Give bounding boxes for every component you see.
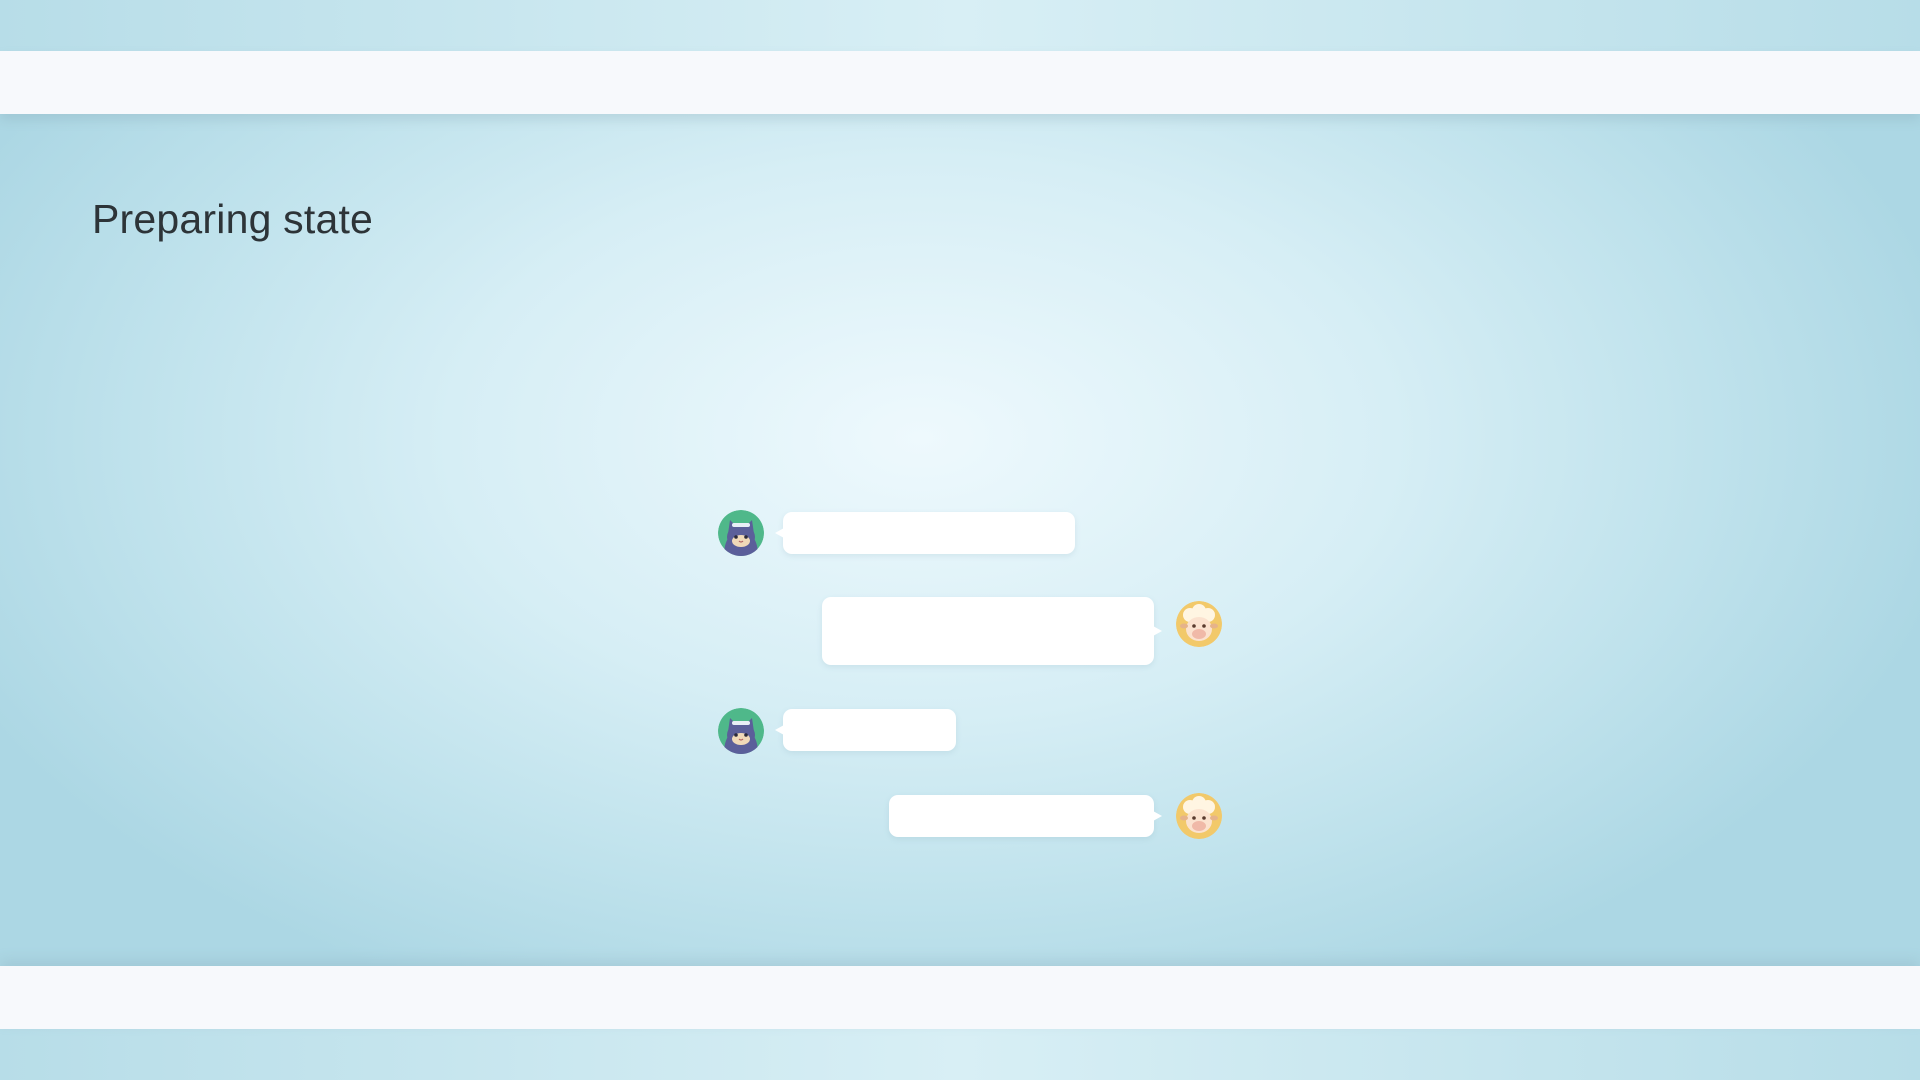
cat-avatar-icon [718, 510, 764, 556]
top-bar [0, 51, 1920, 114]
message-bubble-placeholder [889, 795, 1162, 837]
message-bubble-placeholder [775, 512, 1075, 554]
cat-avatar-icon [718, 708, 764, 754]
bottom-background-strip [0, 1029, 1920, 1080]
sheep-avatar-icon [1176, 793, 1222, 839]
page-title: Preparing state [92, 196, 374, 242]
top-background-strip [0, 0, 1920, 51]
bottom-bar [0, 966, 1920, 1029]
message-bubble-placeholder [822, 597, 1162, 665]
message-bubble-placeholder [775, 709, 956, 751]
sheep-avatar-icon [1176, 601, 1222, 647]
main-stage: Preparing state [0, 114, 1920, 966]
